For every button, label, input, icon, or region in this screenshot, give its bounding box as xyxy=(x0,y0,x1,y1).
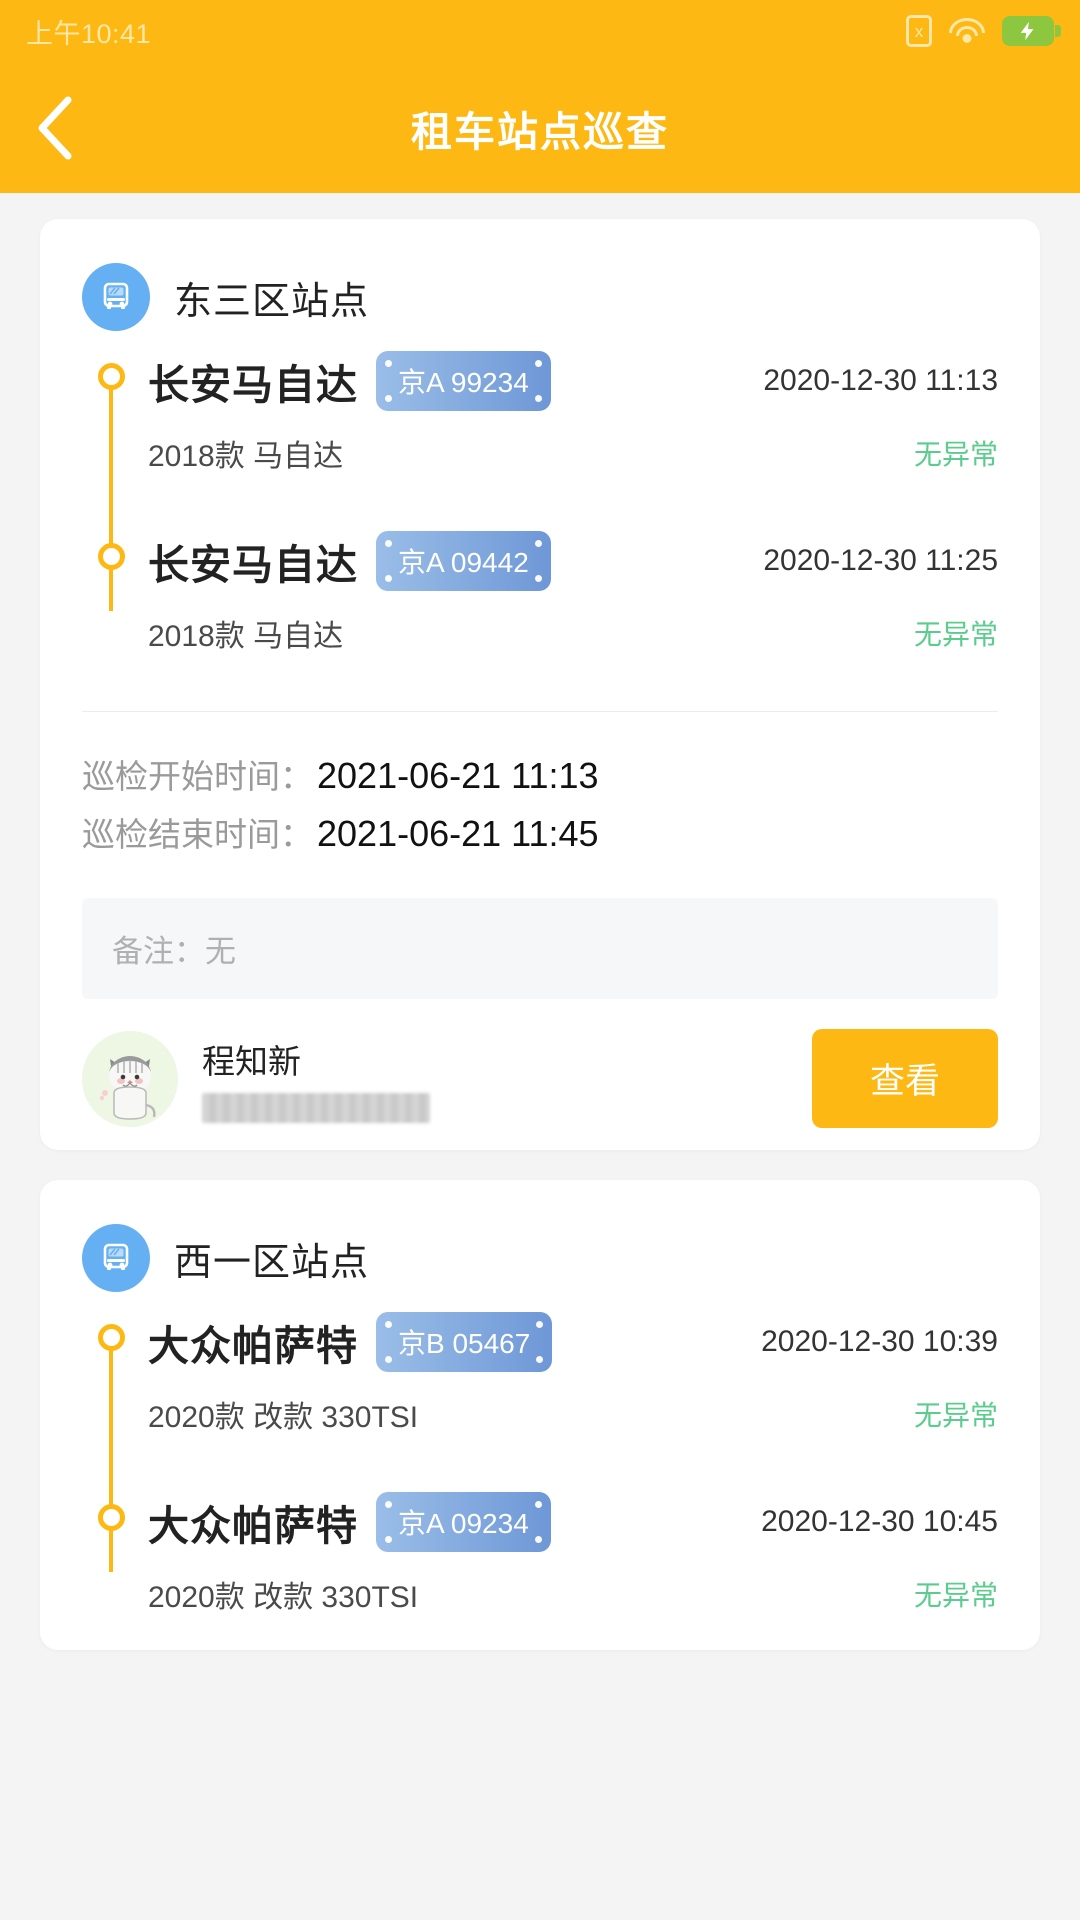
station-name: 西一区站点 xyxy=(174,1241,370,1284)
timeline-dot-icon xyxy=(98,543,125,570)
vehicle-row-secondary: 2018款 马自达 无异常 xyxy=(148,431,998,487)
timeline-dot-icon xyxy=(98,363,125,390)
station-card[interactable]: 东三区站点 长安马自达 京A 99234 2020-12-30 11:13 20… xyxy=(40,219,1040,1150)
remark-text: 备注：无 xyxy=(112,934,236,969)
cat-avatar-icon xyxy=(90,1043,170,1126)
vehicle-name: 长安马自达 xyxy=(148,362,358,408)
view-button[interactable]: 查看 xyxy=(811,1029,998,1128)
vehicle-row-primary: 大众帕萨特 京A 09234 2020-12-30 10:45 xyxy=(148,1490,998,1554)
vehicle-row-primary: 长安马自达 京A 99234 2020-12-30 11:13 xyxy=(148,349,998,413)
timeline-item[interactable]: 大众帕萨特 京B 05467 2020-12-30 10:39 2020款 改款… xyxy=(82,1310,998,1448)
card-list[interactable]: 东三区站点 长安马自达 京A 99234 2020-12-30 11:13 20… xyxy=(0,193,1080,1650)
bus-station-icon xyxy=(82,1224,150,1292)
timeline-item[interactable]: 长安马自达 京A 09442 2020-12-30 11:25 2018款 马自… xyxy=(82,529,998,667)
license-plate-text: 京A 09234 xyxy=(398,1508,529,1539)
inspection-start-label: 巡检开始时间： xyxy=(82,758,313,795)
status-badge: 无异常 xyxy=(913,1580,998,1611)
vehicle-timestamp: 2020-12-30 10:45 xyxy=(761,1505,998,1538)
status-badge: 无异常 xyxy=(913,439,998,470)
inspection-start-value: 2021-06-21 11:13 xyxy=(317,755,599,796)
battery-charging-icon xyxy=(1002,16,1061,46)
status-bar: 上午10:41 x xyxy=(0,0,1080,62)
timeline-dot-icon xyxy=(98,1504,125,1531)
vehicle-subtitle: 2018款 马自达 xyxy=(148,620,344,653)
inspection-times: 巡检开始时间： 2021-06-21 11:13 巡检结束时间： 2021-06… xyxy=(40,712,1040,856)
vehicle-row-secondary: 2020款 改款 330TSI 无异常 xyxy=(148,1392,998,1448)
inspection-start-row: 巡检开始时间： 2021-06-21 11:13 xyxy=(82,750,998,798)
back-button[interactable] xyxy=(0,73,110,183)
wifi-icon xyxy=(948,16,986,46)
station-header[interactable]: 东三区站点 xyxy=(40,219,1040,349)
status-bar-time: 上午10:41 xyxy=(26,18,152,49)
timeline-dot-icon xyxy=(98,1324,125,1351)
nav-bar: 租车站点巡查 xyxy=(0,62,1080,193)
vehicle-name: 大众帕萨特 xyxy=(148,1323,358,1369)
remark-box[interactable]: 备注：无 xyxy=(82,898,998,999)
inspection-end-label: 巡检结束时间： xyxy=(82,816,313,853)
inspection-end-value: 2021-06-21 11:45 xyxy=(317,813,599,854)
vehicle-row-secondary: 2018款 马自达 无异常 xyxy=(148,611,998,667)
status-badge: 无异常 xyxy=(913,1400,998,1431)
sim-card-x-icon: x xyxy=(906,15,932,47)
vehicle-timestamp: 2020-12-30 10:39 xyxy=(761,1325,998,1358)
vehicle-row-secondary: 2020款 改款 330TSI 无异常 xyxy=(148,1572,998,1628)
bus-station-icon xyxy=(82,263,150,331)
inspection-end-row: 巡检结束时间： 2021-06-21 11:45 xyxy=(82,808,998,856)
vehicle-subtitle: 2020款 改款 330TSI xyxy=(148,1401,419,1434)
license-plate-badge: 京A 09234 xyxy=(376,1492,551,1552)
status-badge: 无异常 xyxy=(913,619,998,650)
page-title: 租车站点巡查 xyxy=(411,108,669,155)
user-phone-masked xyxy=(202,1092,430,1123)
license-plate-text: 京A 99234 xyxy=(398,367,529,398)
timeline-item[interactable]: 长安马自达 京A 99234 2020-12-30 11:13 2018款 马自… xyxy=(82,349,998,487)
card-footer: 程知新 查看 xyxy=(40,999,1040,1128)
station-header[interactable]: 西一区站点 xyxy=(40,1180,1040,1310)
vehicle-subtitle: 2020款 改款 330TSI xyxy=(148,1581,419,1614)
vehicle-timestamp: 2020-12-30 11:25 xyxy=(763,544,998,577)
user-name: 程知新 xyxy=(202,1042,301,1080)
sim-x-glyph: x xyxy=(914,21,924,41)
vehicle-timeline: 大众帕萨特 京B 05467 2020-12-30 10:39 2020款 改款… xyxy=(40,1310,1040,1628)
vehicle-name: 大众帕萨特 xyxy=(148,1503,358,1549)
vehicle-row-primary: 长安马自达 京A 09442 2020-12-30 11:25 xyxy=(148,529,998,593)
vehicle-timeline: 长安马自达 京A 99234 2020-12-30 11:13 2018款 马自… xyxy=(40,349,1040,667)
license-plate-badge: 京B 05467 xyxy=(376,1312,553,1372)
back-chevron-icon xyxy=(38,96,72,159)
license-plate-text: 京B 05467 xyxy=(398,1328,531,1359)
license-plate-badge: 京A 09442 xyxy=(376,531,551,591)
user-info: 程知新 xyxy=(202,1035,430,1123)
license-plate-text: 京A 09442 xyxy=(398,547,529,578)
station-card[interactable]: 西一区站点 大众帕萨特 京B 05467 2020-12-30 10:39 20… xyxy=(40,1180,1040,1650)
status-bar-icons: x xyxy=(906,15,1061,47)
vehicle-row-primary: 大众帕萨特 京B 05467 2020-12-30 10:39 xyxy=(148,1310,998,1374)
vehicle-subtitle: 2018款 马自达 xyxy=(148,440,344,473)
vehicle-timestamp: 2020-12-30 11:13 xyxy=(763,364,998,397)
timeline-item[interactable]: 大众帕萨特 京A 09234 2020-12-30 10:45 2020款 改款… xyxy=(82,1490,998,1628)
avatar[interactable] xyxy=(82,1030,178,1127)
license-plate-badge: 京A 99234 xyxy=(376,351,551,411)
station-name: 东三区站点 xyxy=(174,280,370,323)
vehicle-name: 长安马自达 xyxy=(148,542,358,588)
